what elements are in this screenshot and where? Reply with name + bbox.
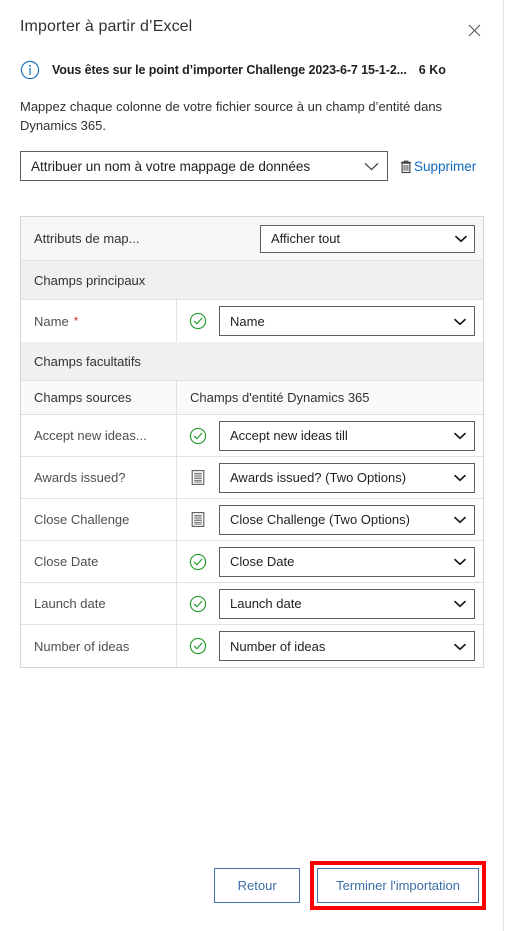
attributes-filter-value: Afficher tout [271, 231, 341, 246]
finish-import-button[interactable]: Terminer l'importation [317, 868, 479, 903]
trash-icon [399, 159, 413, 174]
two-options-icon [177, 457, 219, 498]
check-circle-icon [177, 541, 219, 582]
source-field-label: Awards issued? [21, 457, 177, 498]
required-marker: * [73, 314, 79, 328]
data-map-name-row: Attribuer un nom à votre mappage de donn… [0, 135, 503, 181]
source-field-label: Accept new ideas... [21, 415, 177, 456]
check-circle-icon [177, 415, 219, 456]
source-field-text: Accept new ideas... [34, 428, 147, 443]
table-row: Accept new ideas... Accept new ideas till [21, 415, 483, 457]
table-row: Launch date Launch date [21, 583, 483, 625]
chevron-down-icon [455, 231, 467, 246]
field-mapping-table: Attributs de map... Afficher tout Champs… [20, 216, 484, 668]
entity-field-dropdown[interactable]: Accept new ideas till [219, 420, 475, 451]
dialog-header: Importer à partir d’Excel [0, 0, 503, 52]
source-field-label: Launch date [21, 583, 177, 624]
info-circle-icon [20, 60, 40, 80]
source-field-text: Close Date [34, 554, 99, 569]
table-row: Awards issued? Awards issued? (Two Option… [21, 457, 483, 499]
dialog-footer: Retour Terminer l'importation [0, 861, 503, 910]
table-row: Close Date Close Date [21, 541, 483, 583]
two-options-icon [177, 499, 219, 540]
entity-field-value: Awards issued? (Two Options) [230, 470, 407, 485]
close-icon[interactable] [459, 16, 489, 44]
source-field-text: Close Challenge [34, 512, 130, 527]
page-title: Importer à partir d’Excel [20, 18, 193, 35]
entity-field-value: Launch date [230, 596, 302, 611]
chevron-down-icon [454, 512, 466, 527]
chevron-down-icon [364, 159, 379, 174]
entity-field-value: Name [230, 313, 265, 329]
attributes-filter-row: Attributs de map... Afficher tout [21, 217, 483, 261]
chevron-down-icon [454, 596, 466, 611]
table-row: Name * Name [21, 300, 483, 342]
source-field-label: Name * [21, 300, 177, 342]
data-map-name-value: Attribuer un nom à votre mappage de donn… [31, 158, 311, 174]
source-field-label: Number of ideas [21, 625, 177, 667]
check-circle-icon [177, 300, 219, 342]
entity-field-dropdown[interactable]: Name [219, 306, 475, 336]
table-column-headers: Champs sources Champs d'entité Dynamics … [21, 381, 483, 415]
check-circle-icon [177, 625, 219, 667]
entity-field-dropdown[interactable]: Number of ideas [219, 631, 475, 661]
column-header-entity: Champs d'entité Dynamics 365 [190, 390, 370, 405]
delete-mapping-link[interactable]: Supprimer [399, 159, 476, 174]
source-field-label: Close Date [21, 541, 177, 582]
chevron-down-icon [454, 639, 466, 654]
dialog-description: Mappez chaque colonne de votre fichier s… [20, 99, 443, 133]
entity-field-dropdown[interactable]: Launch date [219, 588, 475, 619]
chevron-down-icon [454, 470, 466, 485]
entity-field-dropdown[interactable]: Awards issued? (Two Options) [219, 462, 475, 493]
entity-field-value: Accept new ideas till [230, 428, 348, 443]
data-map-name-dropdown[interactable]: Attribuer un nom à votre mappage de donn… [20, 151, 388, 181]
check-circle-icon [177, 583, 219, 624]
source-field-text: Number of ideas [34, 638, 130, 654]
source-field-label: Close Challenge [21, 499, 177, 540]
attributes-label: Attributs de map... [34, 231, 140, 246]
chevron-down-icon [454, 554, 466, 569]
entity-field-value: Close Challenge (Two Options) [230, 512, 410, 527]
back-button[interactable]: Retour [214, 868, 301, 903]
attributes-filter-dropdown[interactable]: Afficher tout [260, 224, 475, 253]
section-header-required: Champs principaux [21, 261, 483, 300]
entity-field-value: Number of ideas [230, 638, 326, 654]
required-rows-container: Name * Name [21, 300, 483, 342]
entity-field-dropdown[interactable]: Close Date [219, 546, 475, 577]
section-header-optional: Champs facultatifs [21, 342, 483, 381]
source-field-text: Name [34, 313, 69, 329]
chevron-down-icon [454, 428, 466, 443]
optional-rows-container: Accept new ideas... Accept new ideas till… [21, 415, 483, 667]
table-row: Close Challenge Close Challenge (Two Opti… [21, 499, 483, 541]
import-info-message: Vous êtes sur le point d’importer Challe… [52, 63, 407, 77]
table-row: Number of ideas Number of ideas [21, 625, 483, 667]
finish-import-highlight: Terminer l'importation [310, 861, 486, 910]
chevron-down-icon [454, 314, 466, 329]
file-size-label: 6 Ko [418, 63, 446, 77]
delete-mapping-label: Supprimer [414, 158, 477, 174]
entity-field-value: Close Date [230, 554, 295, 569]
source-field-text: Awards issued? [34, 470, 126, 485]
entity-field-dropdown[interactable]: Close Challenge (Two Options) [219, 504, 475, 535]
source-field-text: Launch date [34, 596, 106, 611]
column-header-source: Champs sources [21, 381, 177, 414]
import-info-row: Vous êtes sur le point d’importer Challe… [0, 52, 503, 80]
import-from-excel-dialog: Importer à partir d’Excel Vous êtes sur … [0, 0, 504, 931]
